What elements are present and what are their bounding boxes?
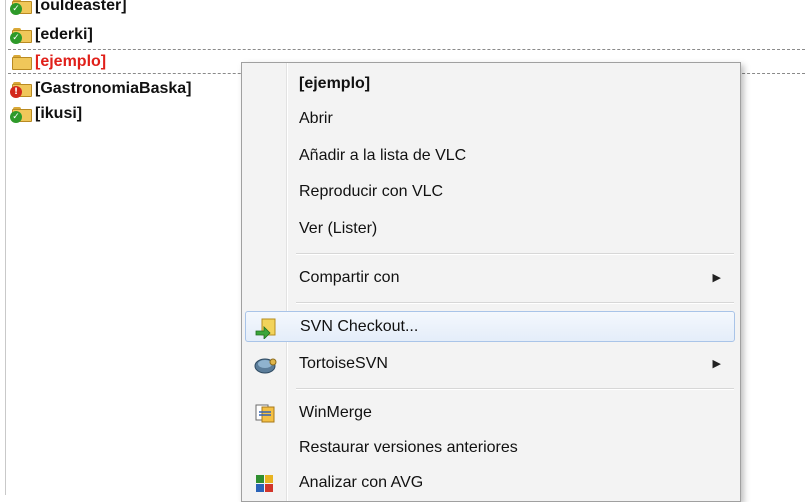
submenu-arrow-icon: ▶: [712, 358, 721, 370]
menu-item-winmerge[interactable]: WinMerge: [245, 397, 735, 428]
menu-item-tortoisesvn[interactable]: TortoiseSVN ▶: [245, 348, 735, 379]
avg-icon: [256, 475, 273, 492]
menu-item-label: Añadir a la lista de VLC: [299, 146, 467, 164]
menu-separator: [296, 253, 734, 255]
file-item-label: [ederki]: [35, 26, 93, 43]
folder-svn-ok-icon: ✓: [10, 106, 32, 123]
menu-item-compartir-con[interactable]: Compartir con ▶: [245, 262, 735, 293]
menu-item-label: TortoiseSVN: [299, 354, 388, 372]
folder-svn-ok-icon: ✓: [10, 27, 32, 44]
file-item-ikusi[interactable]: ✓ [ikusi]: [10, 102, 83, 126]
menu-item-label: Compartir con: [299, 268, 400, 286]
menu-item-label: Reproducir con VLC: [299, 182, 444, 200]
menu-item-ejemplo[interactable]: [ejemplo]: [245, 68, 735, 99]
menu-separator: [296, 302, 734, 304]
menu-item-label: SVN Checkout...: [300, 317, 419, 335]
menu-item-label: WinMerge: [299, 403, 372, 421]
file-item-ederki[interactable]: ✓ [ederki]: [10, 23, 93, 47]
menu-item-anadir-vlc[interactable]: Añadir a la lista de VLC: [245, 140, 735, 171]
folder-svn-modified-icon: !: [10, 81, 32, 98]
file-item-gastronomiabaska[interactable]: ! [GastronomiaBaska]: [10, 77, 192, 101]
folder-svn-ok-icon: ✓: [10, 0, 32, 15]
file-item-label: [ouldeaster]: [35, 0, 127, 14]
file-item-label: [GastronomiaBaska]: [35, 80, 192, 97]
file-item-ouldeaster[interactable]: ✓ [ouldeaster]: [10, 0, 127, 18]
file-item-ejemplo[interactable]: [ejemplo]: [12, 50, 106, 74]
menu-separator: [296, 388, 734, 390]
menu-item-abrir[interactable]: Abrir: [245, 103, 735, 134]
menu-item-analizar-avg[interactable]: Analizar con AVG: [245, 467, 735, 498]
svn-checkout-icon: [255, 318, 276, 339]
submenu-arrow-icon: ▶: [712, 272, 721, 284]
menu-item-label: Restaurar versiones anteriores: [299, 438, 518, 456]
tree-guide-line: [5, 0, 6, 495]
winmerge-icon: [255, 404, 275, 423]
menu-item-restaurar-versiones[interactable]: Restaurar versiones anteriores: [245, 432, 735, 463]
folder-icon: [12, 54, 32, 70]
menu-item-svn-checkout[interactable]: SVN Checkout...: [245, 311, 735, 342]
menu-item-label: Ver (Lister): [299, 219, 378, 237]
file-item-label: [ejemplo]: [35, 53, 107, 70]
context-menu: [ejemplo] Abrir Añadir a la lista de VLC…: [241, 62, 741, 502]
menu-item-reproducir-vlc[interactable]: Reproducir con VLC: [245, 176, 735, 207]
menu-item-label: Abrir: [299, 109, 333, 127]
menu-item-label: Analizar con AVG: [299, 473, 424, 491]
menu-item-ver-lister[interactable]: Ver (Lister): [245, 213, 735, 244]
menu-item-label: [ejemplo]: [299, 74, 371, 92]
file-item-label: [ikusi]: [35, 105, 83, 122]
tortoisesvn-icon: [254, 358, 277, 374]
